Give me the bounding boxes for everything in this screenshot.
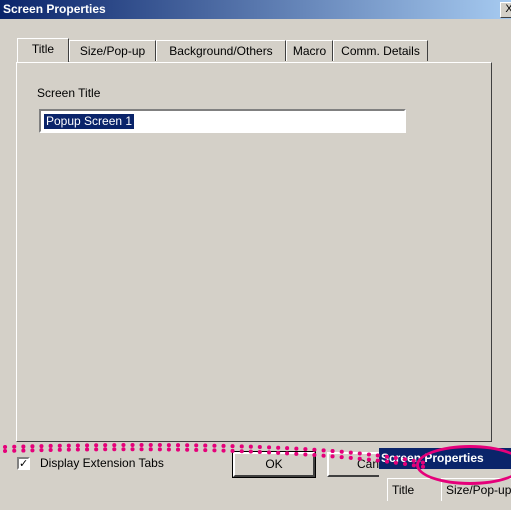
inset-tab-title: Title [387, 478, 430, 501]
title-bar[interactable]: Screen Properties X [0, 0, 511, 19]
ok-button[interactable]: OK [232, 451, 316, 478]
display-extension-tabs-label: Display Extension Tabs [40, 456, 164, 470]
tab-comm-details[interactable]: Comm. Details [333, 40, 428, 61]
zoom-inset: Screen Properties Title Size/Pop-up [379, 448, 511, 510]
screen-title-label: Screen Title [37, 86, 101, 100]
screen-title-input[interactable]: Popup Screen 1 [39, 109, 406, 133]
inset-window-title: Screen Properties [381, 451, 484, 465]
window-title: Screen Properties [3, 2, 106, 16]
tab-size-popup[interactable]: Size/Pop-up [69, 40, 156, 61]
inset-tab-size-popup: Size/Pop-up [441, 478, 511, 501]
screen-properties-dialog: Screen Properties X Title Size/Pop-up Ba… [0, 0, 511, 510]
display-extension-tabs-checkbox[interactable]: ✓ [17, 457, 30, 470]
tab-background-others[interactable]: Background/Others [156, 40, 286, 61]
screen-title-value: Popup Screen 1 [44, 114, 135, 129]
close-button[interactable]: X [500, 2, 511, 18]
check-mark-icon: ✓ [19, 457, 29, 470]
inset-title-bar: Screen Properties [379, 448, 511, 469]
tab-title[interactable]: Title [17, 38, 69, 62]
tab-macro[interactable]: Macro [286, 40, 333, 61]
